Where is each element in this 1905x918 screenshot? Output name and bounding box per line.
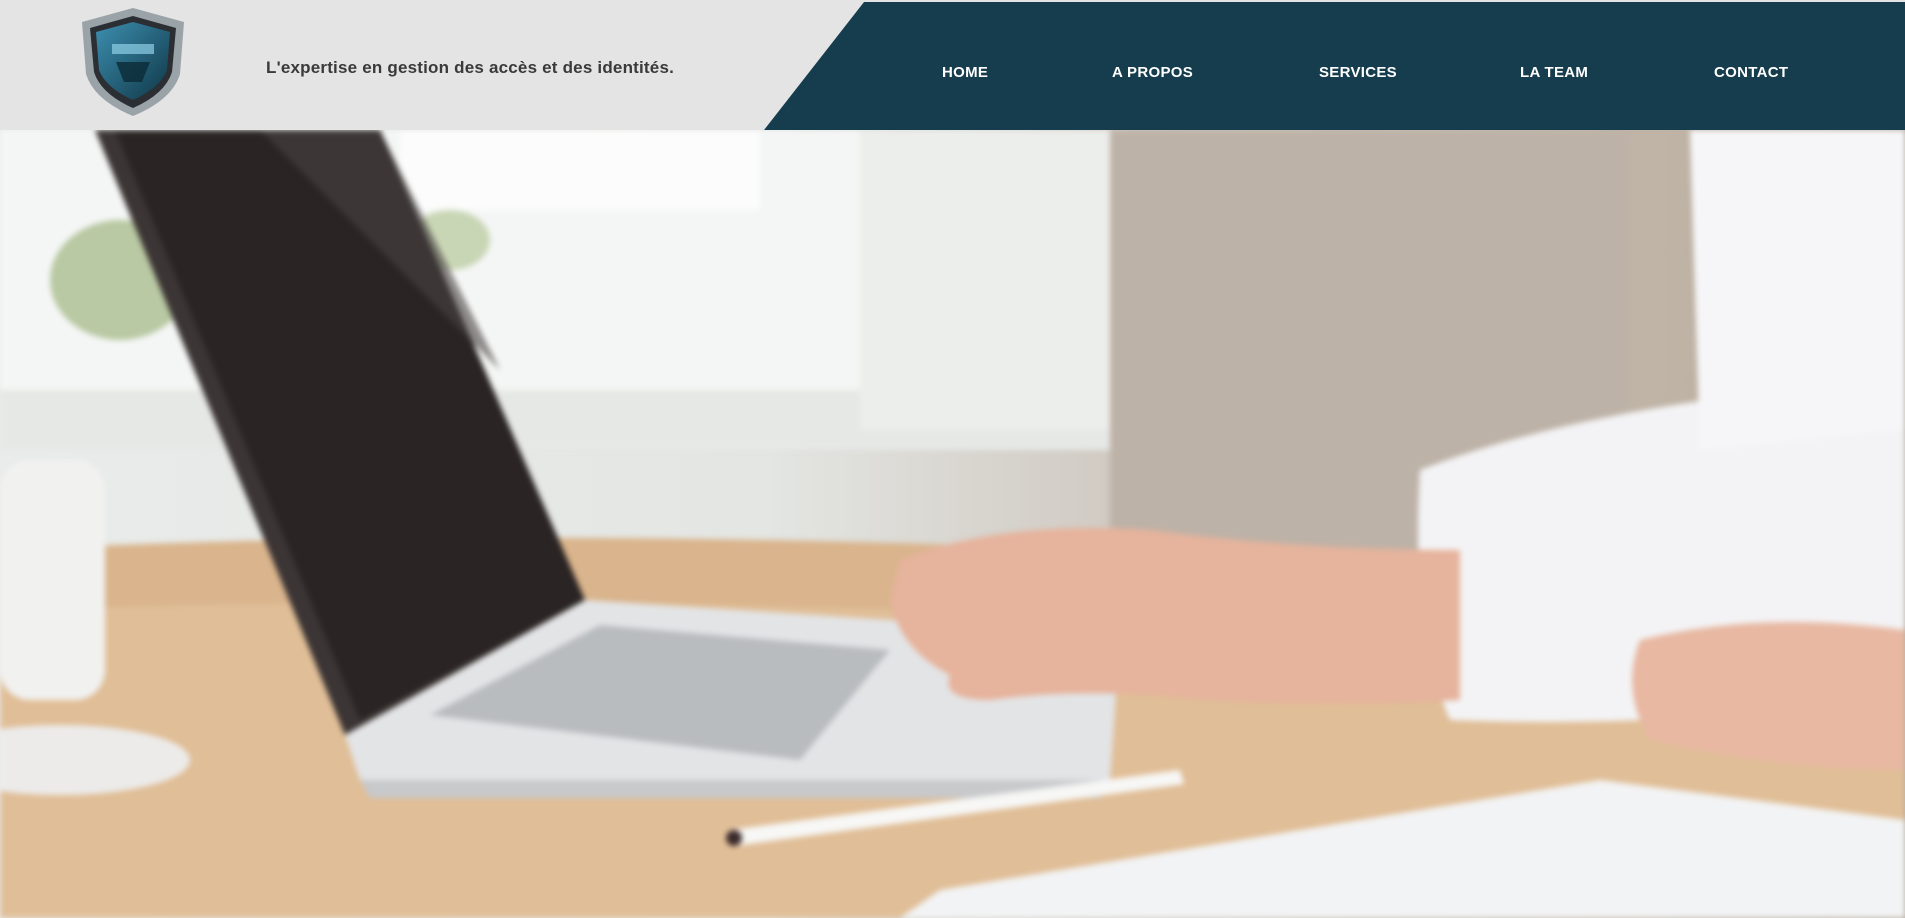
nav-services[interactable]: SERVICES [1319, 64, 1397, 81]
hero-image [0, 130, 1905, 918]
hero-photo-laptop [0, 130, 1905, 918]
nav-a-propos[interactable]: A PROPOS [1112, 64, 1193, 81]
nav-home[interactable]: HOME [942, 64, 988, 81]
site-header: L'expertise en gestion des accès et des … [0, 0, 1905, 130]
page: L'expertise en gestion des accès et des … [0, 0, 1905, 918]
nav-contact[interactable]: CONTACT [1714, 64, 1788, 81]
header-tagline: L'expertise en gestion des accès et des … [266, 58, 675, 77]
nav-la-team[interactable]: LA TEAM [1520, 64, 1588, 81]
shield-logo-icon[interactable] [72, 4, 194, 120]
